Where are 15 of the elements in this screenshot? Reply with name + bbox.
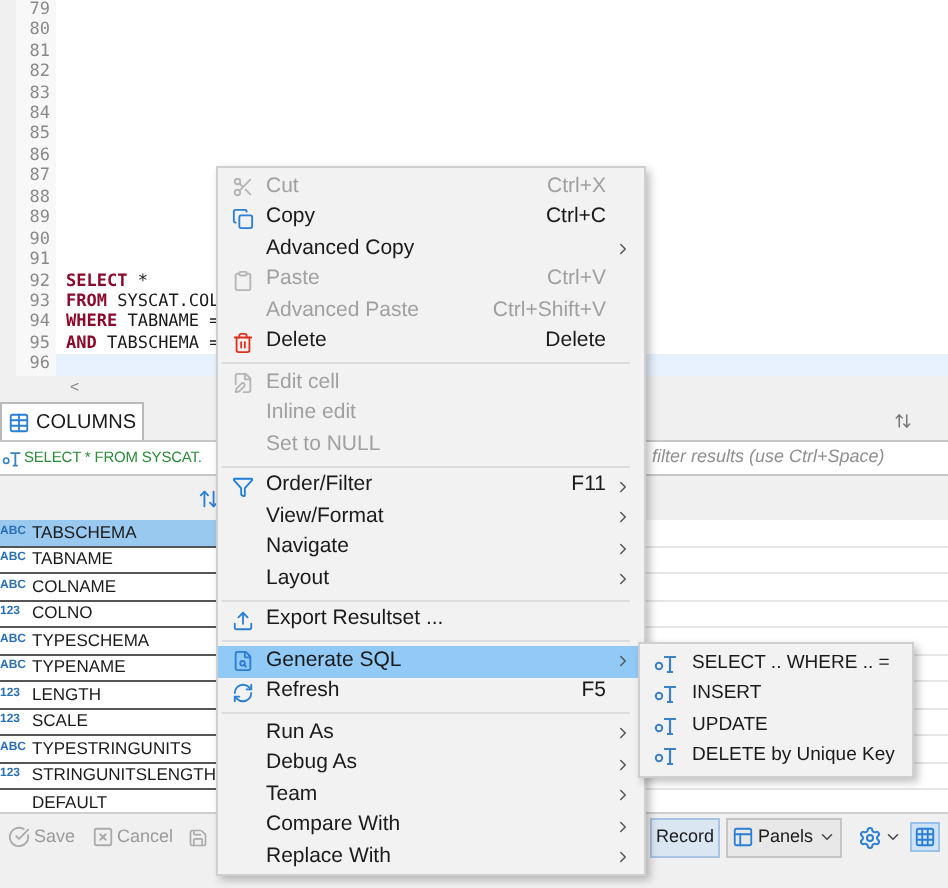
filter-placeholder: filter results (use Ctrl+Space) <box>652 444 885 471</box>
line-number: 96 <box>16 352 56 376</box>
column-name: STRINGUNITSLENGTH <box>31 762 216 789</box>
column-name: SCALE <box>32 708 88 735</box>
code-line: SELECT * <box>64 269 148 293</box>
column-name: LENGTH <box>32 681 101 708</box>
column-name: DEFAULT <box>32 789 108 812</box>
column-name: TYPESCHEMA <box>32 627 150 654</box>
column-name: COLNAME <box>32 573 117 600</box>
column-name: TYPENAME <box>32 654 126 681</box>
column-name: TABNAME <box>32 546 113 573</box>
column-name: TABSCHEMA <box>32 520 137 546</box>
column-name: TYPESTRINGUNITS <box>32 735 192 762</box>
column-name: COLNO <box>32 600 93 627</box>
code-line: FROM SYSCAT.COL <box>64 289 220 313</box>
